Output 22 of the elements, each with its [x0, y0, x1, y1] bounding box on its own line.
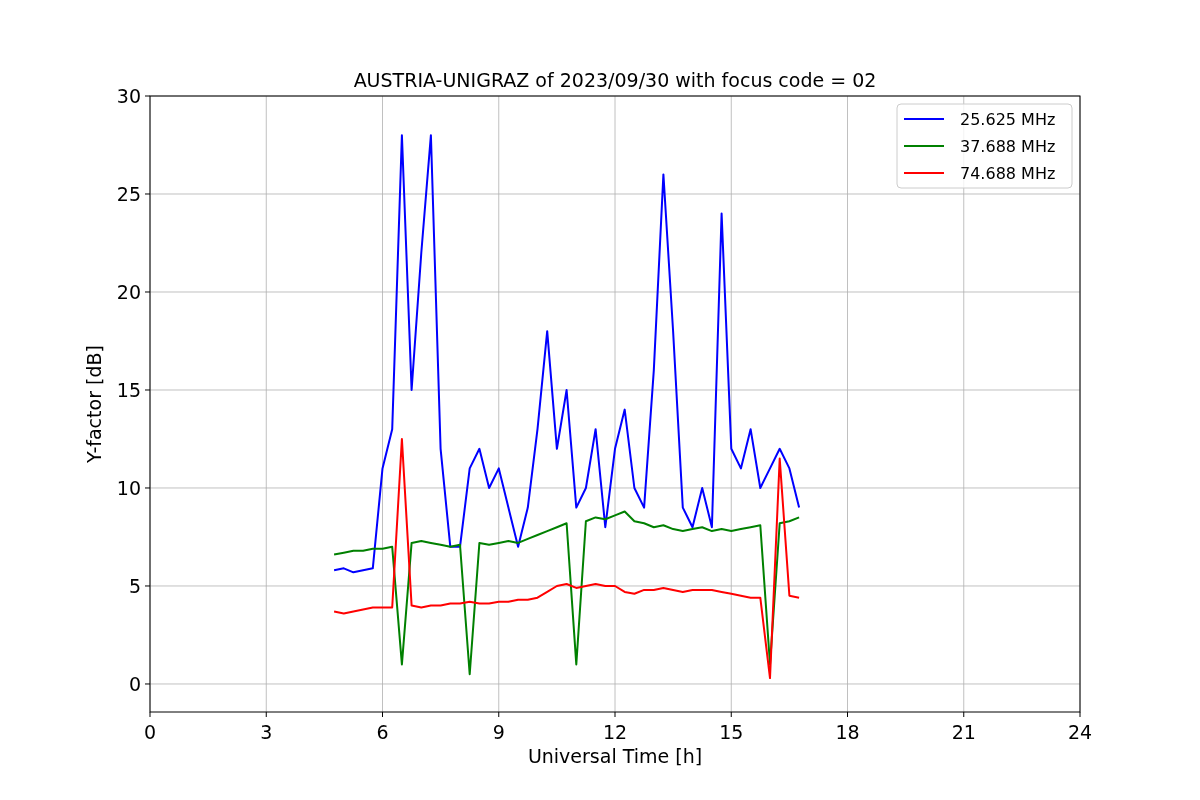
x-tick-label: 21: [951, 721, 976, 743]
x-tick-label: 6: [376, 721, 389, 743]
y-tick-label: 20: [116, 281, 141, 303]
legend-label: 37.688 MHz: [960, 137, 1056, 156]
y-tick-label: 5: [128, 575, 141, 597]
y-tick-label: 30: [116, 85, 141, 107]
x-tick-label: 12: [602, 721, 628, 743]
y-tick-label: 0: [128, 672, 141, 695]
x-tick-label: 9: [492, 721, 505, 743]
y-tick-label: 10: [116, 477, 141, 499]
x-tick-label: 15: [719, 721, 744, 743]
x-tick-label: 24: [1067, 721, 1093, 743]
y-tick-label: 25: [116, 183, 141, 205]
y-tick-label: 15: [116, 379, 141, 401]
x-axis-label: Universal Time [h]: [527, 745, 703, 767]
legend-label: 74.688 MHz: [960, 164, 1056, 183]
chart-title: AUSTRIA-UNIGRAZ of 2023/09/30 with focus code = 02: [353, 69, 877, 91]
y-axis-label: Y-factor [dB]: [83, 345, 105, 463]
legend-label: 25.625 MHz: [960, 110, 1056, 129]
x-tick-label: 0: [143, 721, 157, 743]
x-tick-label: 3: [260, 721, 273, 743]
x-tick-label: 18: [835, 721, 860, 743]
